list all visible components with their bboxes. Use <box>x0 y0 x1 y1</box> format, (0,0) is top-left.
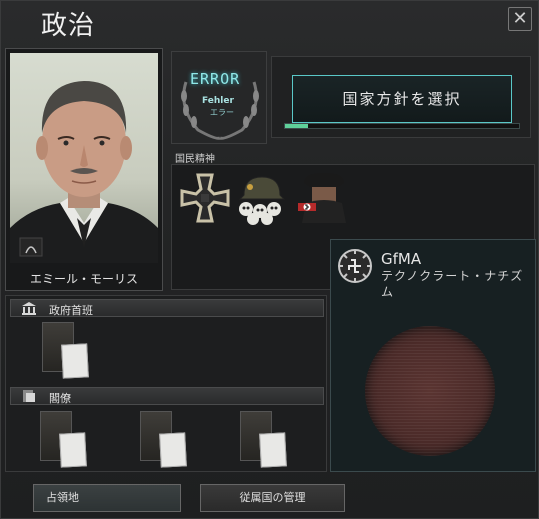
ideology-widget[interactable]: ERROR Fehler エラー <box>171 51 267 144</box>
cabinet-header: 閣僚 <box>10 387 324 405</box>
cabinet-slot[interactable] <box>240 411 290 471</box>
head-of-government-label: 政府首班 <box>49 304 93 317</box>
leader-name: エミール・モーリス <box>29 272 138 286</box>
party-popularity-pie <box>365 326 495 456</box>
occupied-territories-button[interactable]: 占領地 <box>33 484 181 512</box>
skull-helmet-icon[interactable] <box>234 171 288 225</box>
document-icon <box>159 432 187 468</box>
focus-progress-fill <box>285 124 309 128</box>
ideology-sub-text: エラー <box>210 108 234 117</box>
party-ideology: テクノクラート・ナチズム <box>381 269 524 299</box>
focus-progress-bar <box>284 123 520 129</box>
ideology-error-text: ERROR <box>190 70 241 88</box>
cabinet-slot[interactable] <box>40 411 90 471</box>
ruling-party-panel[interactable]: GfMA テクノクラート・ナチズム <box>330 239 536 472</box>
document-icon <box>61 343 89 379</box>
party-logo-icon <box>338 249 372 283</box>
government-panel: 政府首班 閣僚 <box>5 295 327 472</box>
cabinet-slot[interactable] <box>140 411 190 471</box>
leader-portrait-image <box>10 81 158 263</box>
national-focus-panel: 国家方針を選択 <box>271 56 531 138</box>
officer-swastika-icon[interactable] <box>296 169 350 223</box>
ideology-fehler-text: Fehler <box>202 96 234 106</box>
head-of-government-slot[interactable] <box>42 322 92 382</box>
party-pie-texture <box>365 326 495 456</box>
window-title: 政治 <box>41 11 96 41</box>
document-icon <box>259 432 287 468</box>
cabinet-icon <box>23 390 35 402</box>
iron-cross-icon[interactable] <box>178 171 232 225</box>
national-spirits-label: 国民精神 <box>175 154 215 165</box>
close-button[interactable]: ✕ <box>508 7 532 31</box>
leader-portrait-frame[interactable]: エミール・モーリス <box>5 48 163 291</box>
manage-subjects-button[interactable]: 従属国の管理 <box>200 484 345 512</box>
head-of-government-header: 政府首班 <box>10 299 324 317</box>
document-icon <box>59 432 87 468</box>
cabinet-label: 閣僚 <box>49 392 71 405</box>
close-icon: ✕ <box>512 8 528 29</box>
party-name: GfMA <box>381 250 422 268</box>
government-building-icon <box>22 302 36 315</box>
leader-portrait <box>10 53 158 263</box>
select-focus-button[interactable]: 国家方針を選択 <box>292 75 512 123</box>
politics-window: 政治 ✕ エミール・モーリス ERROR Fehler エラー 国家方針を選択 … <box>0 0 539 519</box>
